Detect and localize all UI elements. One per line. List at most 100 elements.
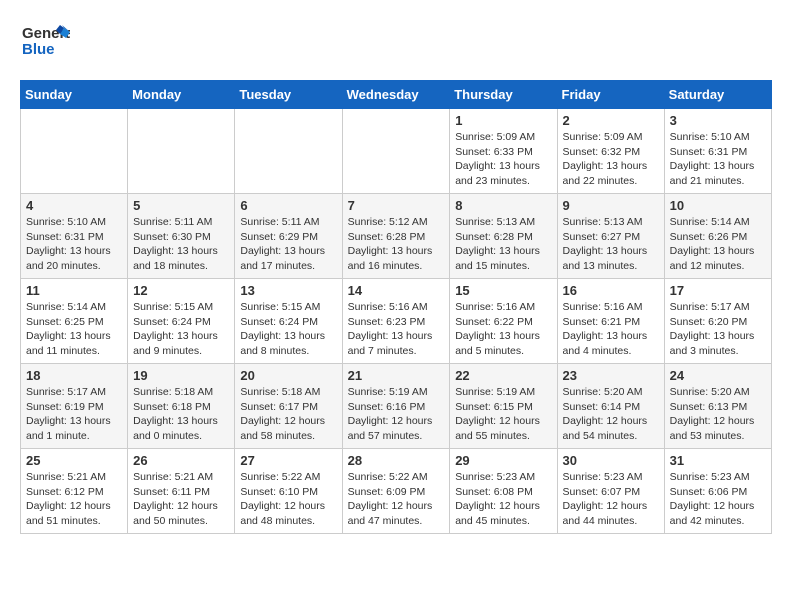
day-info: Sunrise: 5:10 AM Sunset: 6:31 PM Dayligh… xyxy=(670,130,766,189)
day-info: Sunrise: 5:20 AM Sunset: 6:13 PM Dayligh… xyxy=(670,385,766,444)
calendar-cell: 6 Sunrise: 5:11 AM Sunset: 6:29 PM Daylig… xyxy=(235,194,342,279)
day-info: Sunrise: 5:13 AM Sunset: 6:28 PM Dayligh… xyxy=(455,215,551,274)
calendar-cell: 13 Sunrise: 5:15 AM Sunset: 6:24 PM Dayli… xyxy=(235,279,342,364)
day-number: 6 xyxy=(240,198,336,213)
day-number: 4 xyxy=(26,198,122,213)
day-header-sunday: Sunday xyxy=(21,81,128,109)
day-info: Sunrise: 5:23 AM Sunset: 6:06 PM Dayligh… xyxy=(670,470,766,529)
day-number: 16 xyxy=(563,283,659,298)
day-headers-row: SundayMondayTuesdayWednesdayThursdayFrid… xyxy=(21,81,772,109)
day-header-wednesday: Wednesday xyxy=(342,81,450,109)
calendar-cell: 22 Sunrise: 5:19 AM Sunset: 6:15 PM Dayli… xyxy=(450,364,557,449)
day-header-monday: Monday xyxy=(128,81,235,109)
calendar-cell: 10 Sunrise: 5:14 AM Sunset: 6:26 PM Dayli… xyxy=(664,194,771,279)
day-number: 23 xyxy=(563,368,659,383)
day-number: 25 xyxy=(26,453,122,468)
calendar-cell xyxy=(342,109,450,194)
day-number: 19 xyxy=(133,368,229,383)
calendar-cell: 24 Sunrise: 5:20 AM Sunset: 6:13 PM Dayli… xyxy=(664,364,771,449)
day-info: Sunrise: 5:18 AM Sunset: 6:17 PM Dayligh… xyxy=(240,385,336,444)
day-number: 1 xyxy=(455,113,551,128)
day-info: Sunrise: 5:12 AM Sunset: 6:28 PM Dayligh… xyxy=(348,215,445,274)
calendar-cell: 28 Sunrise: 5:22 AM Sunset: 6:09 PM Dayli… xyxy=(342,449,450,534)
week-row-5: 25Sunrise: 5:21 AM Sunset: 6:12 PM Dayli… xyxy=(21,449,772,534)
day-header-thursday: Thursday xyxy=(450,81,557,109)
calendar-cell: 8 Sunrise: 5:13 AM Sunset: 6:28 PM Daylig… xyxy=(450,194,557,279)
day-number: 5 xyxy=(133,198,229,213)
day-info: Sunrise: 5:10 AM Sunset: 6:31 PM Dayligh… xyxy=(26,215,122,274)
day-header-tuesday: Tuesday xyxy=(235,81,342,109)
day-info: Sunrise: 5:19 AM Sunset: 6:16 PM Dayligh… xyxy=(348,385,445,444)
calendar-cell xyxy=(21,109,128,194)
week-row-3: 11Sunrise: 5:14 AM Sunset: 6:25 PM Dayli… xyxy=(21,279,772,364)
calendar-cell xyxy=(128,109,235,194)
calendar-cell: 16 Sunrise: 5:16 AM Sunset: 6:21 PM Dayli… xyxy=(557,279,664,364)
day-number: 31 xyxy=(670,453,766,468)
day-number: 14 xyxy=(348,283,445,298)
calendar-cell: 4 Sunrise: 5:10 AM Sunset: 6:31 PM Daylig… xyxy=(21,194,128,279)
calendar-cell: 26 Sunrise: 5:21 AM Sunset: 6:11 PM Dayli… xyxy=(128,449,235,534)
day-number: 8 xyxy=(455,198,551,213)
day-info: Sunrise: 5:20 AM Sunset: 6:14 PM Dayligh… xyxy=(563,385,659,444)
calendar-cell: 30 Sunrise: 5:23 AM Sunset: 6:07 PM Dayli… xyxy=(557,449,664,534)
day-info: Sunrise: 5:17 AM Sunset: 6:20 PM Dayligh… xyxy=(670,300,766,359)
calendar-cell: 12 Sunrise: 5:15 AM Sunset: 6:24 PM Dayli… xyxy=(128,279,235,364)
calendar-cell: 19 Sunrise: 5:18 AM Sunset: 6:18 PM Dayli… xyxy=(128,364,235,449)
calendar-cell: 15Sunrise: 5:16 AM Sunset: 6:22 PM Dayli… xyxy=(450,279,557,364)
calendar-cell: 3 Sunrise: 5:10 AM Sunset: 6:31 PM Daylig… xyxy=(664,109,771,194)
day-number: 28 xyxy=(348,453,445,468)
svg-text:Blue: Blue xyxy=(22,41,55,58)
day-info: Sunrise: 5:14 AM Sunset: 6:26 PM Dayligh… xyxy=(670,215,766,274)
day-info: Sunrise: 5:15 AM Sunset: 6:24 PM Dayligh… xyxy=(133,300,229,359)
calendar-cell: 11Sunrise: 5:14 AM Sunset: 6:25 PM Dayli… xyxy=(21,279,128,364)
week-row-2: 4 Sunrise: 5:10 AM Sunset: 6:31 PM Daylig… xyxy=(21,194,772,279)
day-info: Sunrise: 5:09 AM Sunset: 6:32 PM Dayligh… xyxy=(563,130,659,189)
day-number: 12 xyxy=(133,283,229,298)
calendar-cell: 31 Sunrise: 5:23 AM Sunset: 6:06 PM Dayli… xyxy=(664,449,771,534)
day-info: Sunrise: 5:19 AM Sunset: 6:15 PM Dayligh… xyxy=(455,385,551,444)
calendar-table: SundayMondayTuesdayWednesdayThursdayFrid… xyxy=(20,80,772,534)
calendar-cell: 7 Sunrise: 5:12 AM Sunset: 6:28 PM Daylig… xyxy=(342,194,450,279)
day-number: 24 xyxy=(670,368,766,383)
day-number: 29 xyxy=(455,453,551,468)
day-info: Sunrise: 5:16 AM Sunset: 6:23 PM Dayligh… xyxy=(348,300,445,359)
calendar-cell: 2Sunrise: 5:09 AM Sunset: 6:32 PM Daylig… xyxy=(557,109,664,194)
day-number: 18 xyxy=(26,368,122,383)
day-info: Sunrise: 5:17 AM Sunset: 6:19 PM Dayligh… xyxy=(26,385,122,444)
day-number: 22 xyxy=(455,368,551,383)
calendar-cell: 23 Sunrise: 5:20 AM Sunset: 6:14 PM Dayli… xyxy=(557,364,664,449)
day-info: Sunrise: 5:13 AM Sunset: 6:27 PM Dayligh… xyxy=(563,215,659,274)
calendar-cell: 17 Sunrise: 5:17 AM Sunset: 6:20 PM Dayli… xyxy=(664,279,771,364)
calendar-cell: 1 Sunrise: 5:09 AM Sunset: 6:33 PM Daylig… xyxy=(450,109,557,194)
day-number: 30 xyxy=(563,453,659,468)
calendar-cell: 9 Sunrise: 5:13 AM Sunset: 6:27 PM Daylig… xyxy=(557,194,664,279)
calendar-cell: 14 Sunrise: 5:16 AM Sunset: 6:23 PM Dayli… xyxy=(342,279,450,364)
week-row-4: 18 Sunrise: 5:17 AM Sunset: 6:19 PM Dayli… xyxy=(21,364,772,449)
day-number: 17 xyxy=(670,283,766,298)
day-info: Sunrise: 5:18 AM Sunset: 6:18 PM Dayligh… xyxy=(133,385,229,444)
day-info: Sunrise: 5:23 AM Sunset: 6:07 PM Dayligh… xyxy=(563,470,659,529)
logo: General Blue xyxy=(20,20,70,70)
day-info: Sunrise: 5:11 AM Sunset: 6:29 PM Dayligh… xyxy=(240,215,336,274)
day-number: 11 xyxy=(26,283,122,298)
day-header-saturday: Saturday xyxy=(664,81,771,109)
calendar-cell: 5Sunrise: 5:11 AM Sunset: 6:30 PM Daylig… xyxy=(128,194,235,279)
calendar-cell: 25Sunrise: 5:21 AM Sunset: 6:12 PM Dayli… xyxy=(21,449,128,534)
day-number: 3 xyxy=(670,113,766,128)
day-info: Sunrise: 5:22 AM Sunset: 6:09 PM Dayligh… xyxy=(348,470,445,529)
day-info: Sunrise: 5:16 AM Sunset: 6:21 PM Dayligh… xyxy=(563,300,659,359)
day-number: 27 xyxy=(240,453,336,468)
day-number: 13 xyxy=(240,283,336,298)
calendar-cell: 18 Sunrise: 5:17 AM Sunset: 6:19 PM Dayli… xyxy=(21,364,128,449)
day-info: Sunrise: 5:23 AM Sunset: 6:08 PM Dayligh… xyxy=(455,470,551,529)
day-number: 9 xyxy=(563,198,659,213)
day-number: 10 xyxy=(670,198,766,213)
day-info: Sunrise: 5:21 AM Sunset: 6:11 PM Dayligh… xyxy=(133,470,229,529)
day-number: 15 xyxy=(455,283,551,298)
day-number: 26 xyxy=(133,453,229,468)
day-info: Sunrise: 5:15 AM Sunset: 6:24 PM Dayligh… xyxy=(240,300,336,359)
day-number: 7 xyxy=(348,198,445,213)
calendar-cell: 27Sunrise: 5:22 AM Sunset: 6:10 PM Dayli… xyxy=(235,449,342,534)
week-row-1: 1 Sunrise: 5:09 AM Sunset: 6:33 PM Daylig… xyxy=(21,109,772,194)
day-info: Sunrise: 5:09 AM Sunset: 6:33 PM Dayligh… xyxy=(455,130,551,189)
